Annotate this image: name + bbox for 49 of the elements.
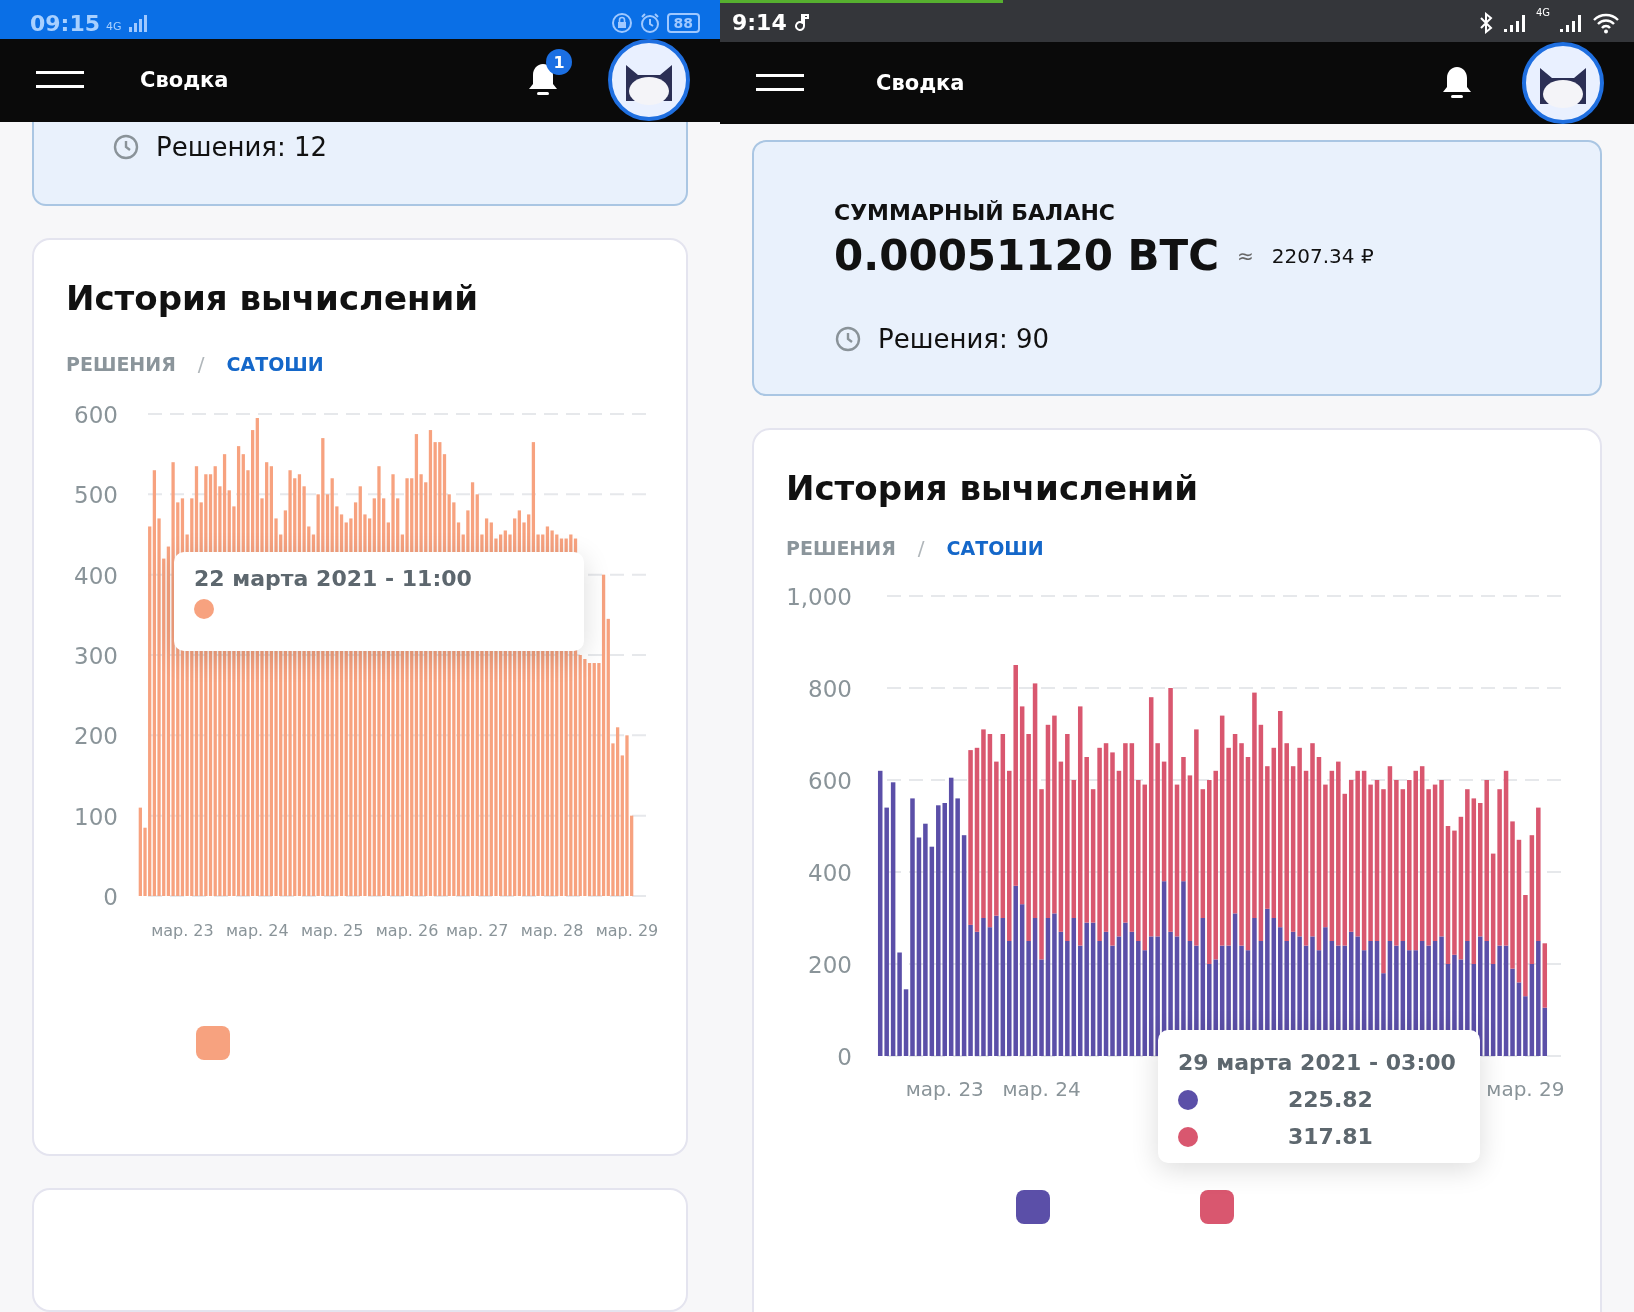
- status-time: 9:14: [732, 10, 787, 35]
- status-time: 09:15: [30, 10, 101, 36]
- x-axis-label: мар. 23: [151, 921, 214, 940]
- page-title: Сводка: [140, 68, 229, 93]
- notification-badge: 1: [546, 49, 572, 76]
- y-axis-label: 100: [74, 803, 118, 830]
- y-axis-label: 500: [74, 482, 118, 509]
- y-axis-label: 200: [74, 723, 118, 750]
- y-axis-label: 1,000: [786, 584, 852, 610]
- y-axis-label: 0: [103, 884, 118, 910]
- x-axis-label: мар. 23: [905, 1077, 984, 1101]
- tooltip-title: 29 марта 2021 - 03:00: [1178, 1050, 1457, 1075]
- y-axis-label: 400: [808, 860, 852, 886]
- tooltip-value: 317.81: [1288, 1124, 1373, 1149]
- network-type: 4G: [106, 20, 122, 33]
- approx-sign: ≈: [1237, 243, 1254, 268]
- x-axis-label: мар. 28: [520, 921, 584, 940]
- y-axis-label: 200: [808, 952, 852, 978]
- tab[interactable]: САТОШИ: [226, 353, 324, 375]
- y-axis-label: 600: [74, 402, 118, 428]
- tab-separator: /: [917, 536, 925, 560]
- tab-separator: /: [197, 352, 205, 376]
- y-axis-label: 400: [74, 562, 118, 589]
- y-axis-label: 600: [808, 768, 852, 794]
- tooltip-title: 22 марта 2021 - 11:00: [194, 566, 473, 592]
- x-axis-label: мар. 29: [1486, 1077, 1565, 1101]
- y-axis-label: 0: [837, 1044, 852, 1070]
- card-title: История вычислений: [785, 468, 1200, 508]
- page-title: Сводка: [876, 71, 965, 95]
- x-axis-label: мар. 24: [1002, 1077, 1081, 1101]
- solutions-count: Решения: 90: [878, 324, 1050, 354]
- card-title: История вычислений: [65, 278, 480, 318]
- balance-amount: 0.00051120 BTC: [834, 231, 1220, 280]
- x-axis-label: мар. 26: [375, 921, 439, 940]
- battery-level: 88: [666, 13, 700, 34]
- tab[interactable]: РЕШЕНИЯ: [66, 353, 176, 375]
- solutions-count: Решения: 12: [156, 132, 328, 162]
- balance-label: СУММАРНЫЙ БАЛАНС: [834, 200, 1116, 225]
- tooltip-value: 225.82: [1288, 1087, 1373, 1112]
- tab[interactable]: САТОШИ: [946, 537, 1044, 559]
- x-axis-label: мар. 24: [226, 921, 289, 940]
- x-axis-label: мар. 27: [445, 921, 509, 940]
- x-axis-label: мар. 25: [300, 921, 364, 940]
- tab[interactable]: РЕШЕНИЯ: [786, 537, 896, 559]
- y-axis-label: 800: [808, 676, 852, 702]
- fiat-amount: 2207.34 ₽: [1271, 243, 1374, 268]
- y-axis-label: 300: [74, 643, 118, 669]
- network-type: 4G: [1535, 7, 1550, 18]
- x-axis-label: мар. 29: [595, 921, 659, 940]
